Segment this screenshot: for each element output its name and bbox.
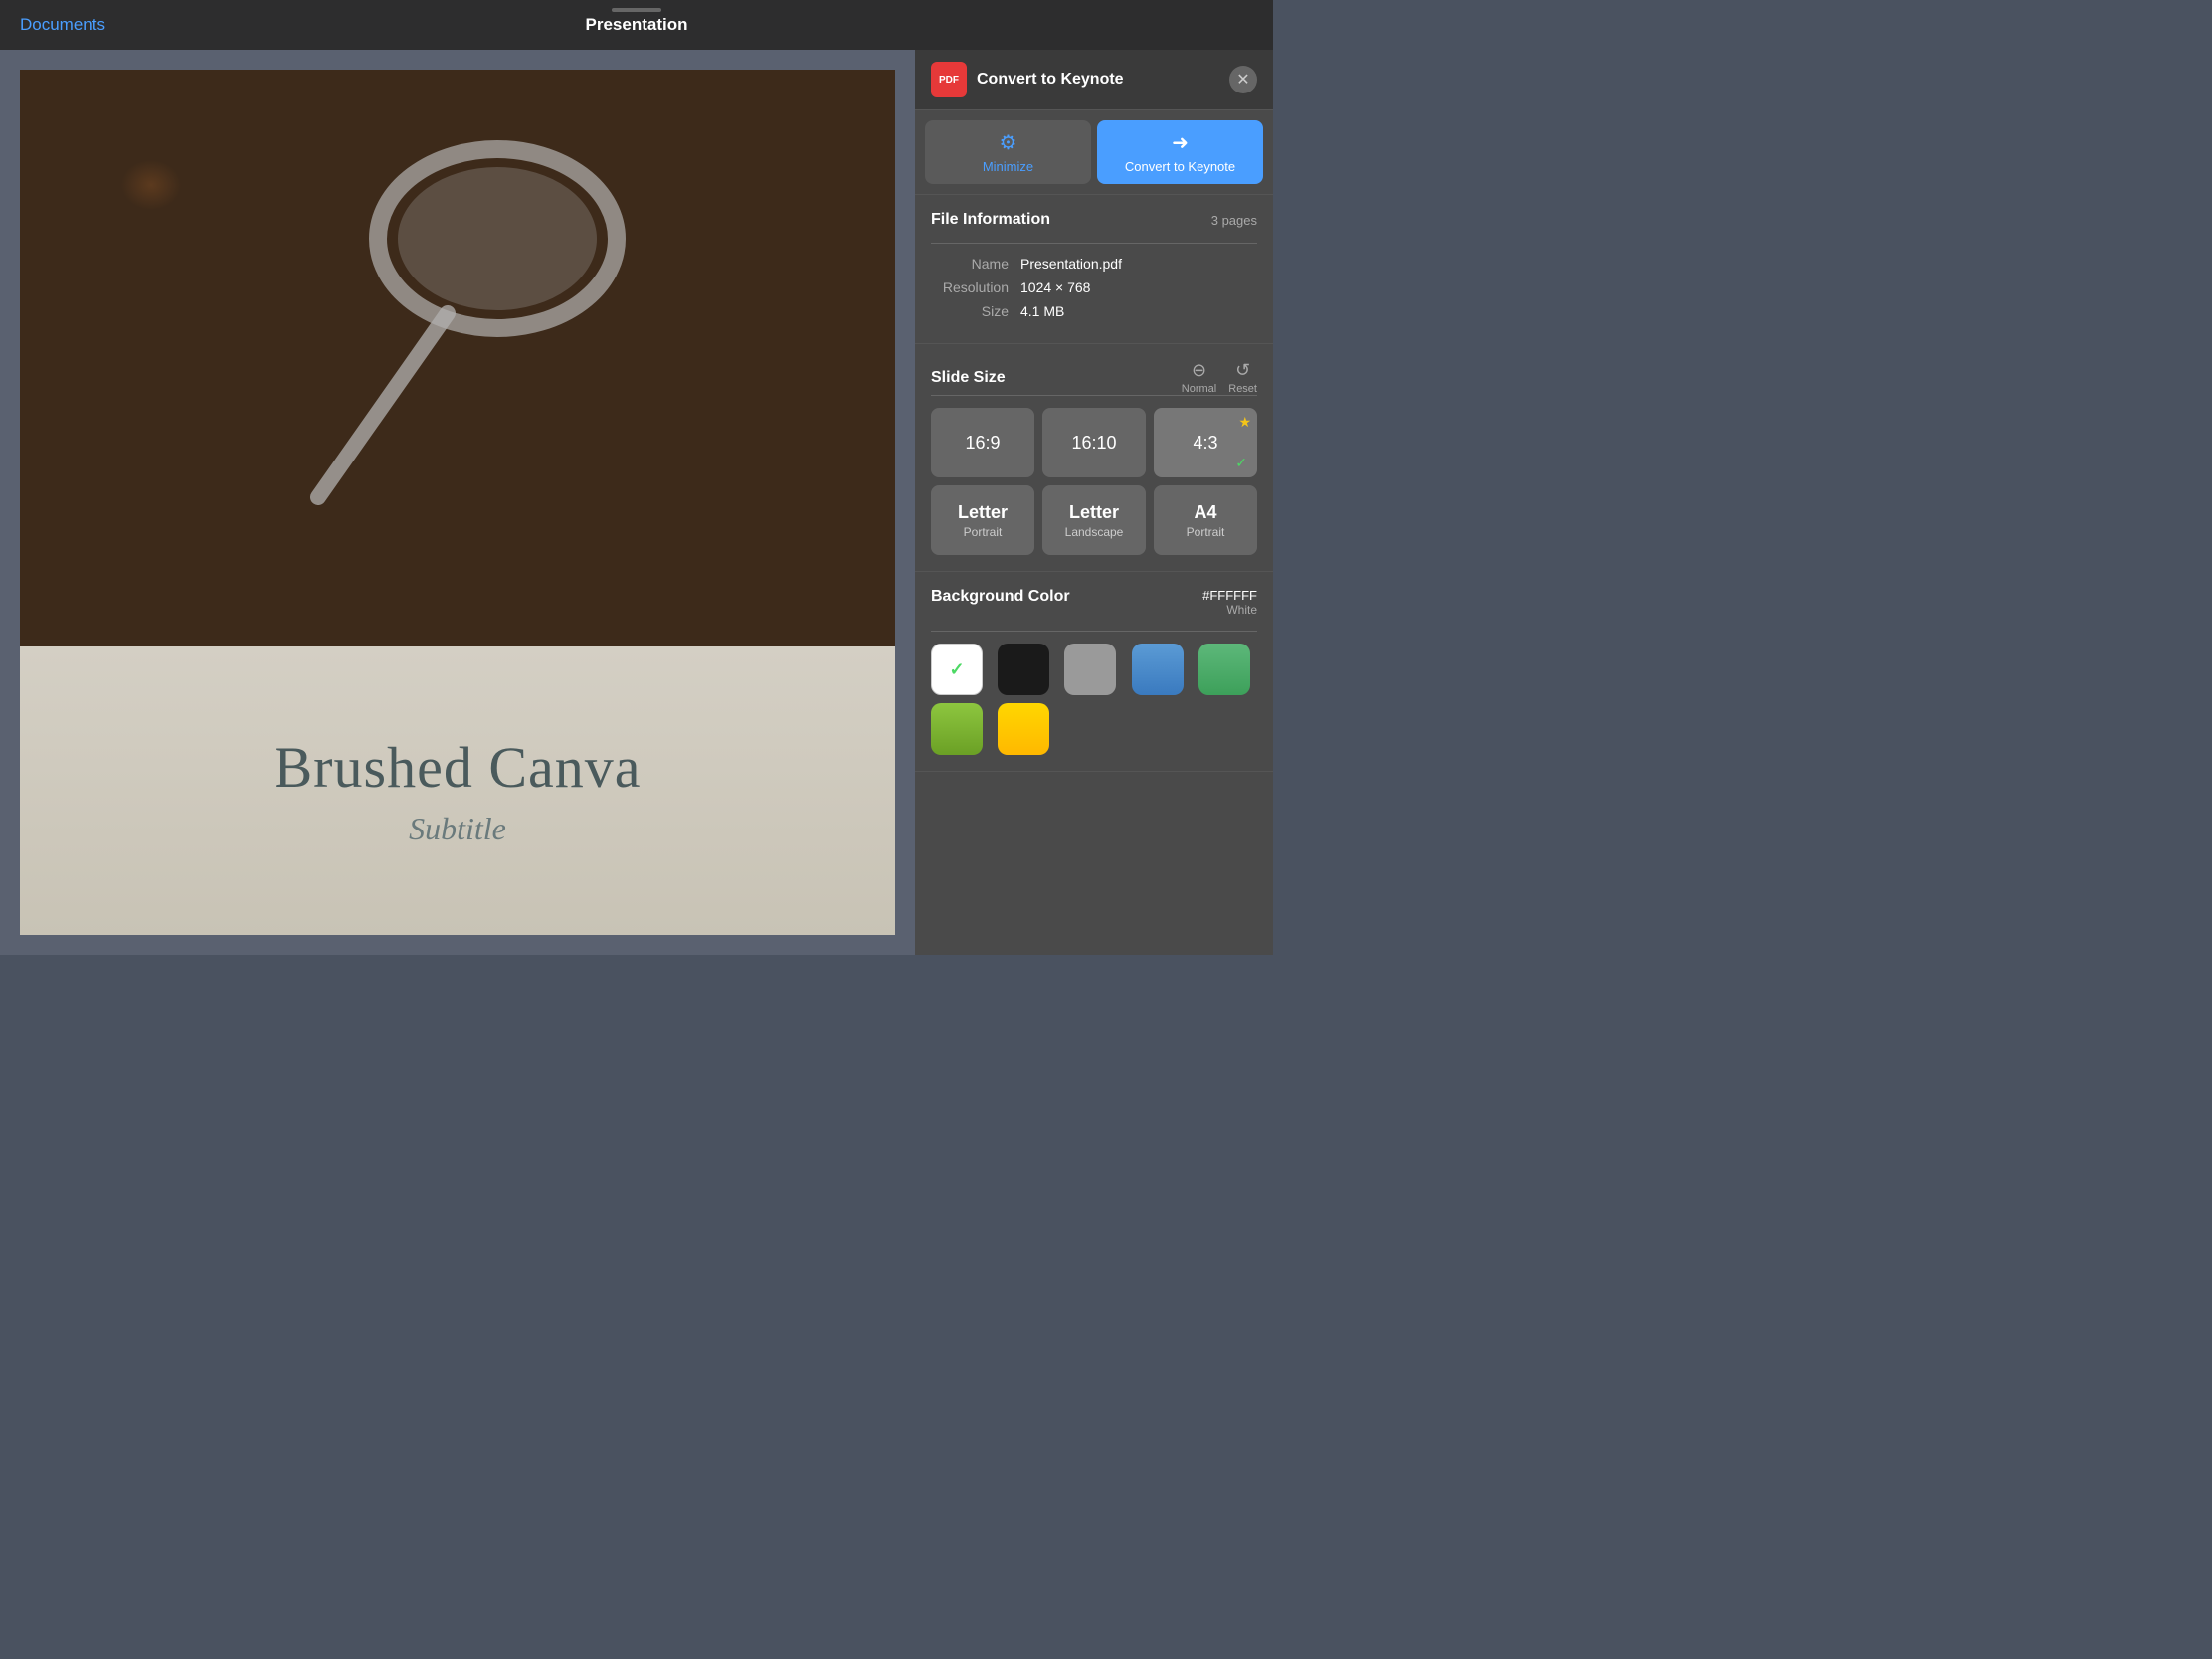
panel-header: PDF Convert to Keynote ✕ <box>915 50 1273 110</box>
bg-hex-value: #FFFFFF <box>1202 588 1257 603</box>
slide-size-title: Slide Size <box>931 369 1006 387</box>
convert-arrow-icon: ➜ <box>1172 130 1189 155</box>
color-swatch-lime[interactable] <box>931 703 983 755</box>
divider <box>931 631 1257 632</box>
size-value: 4.1 MB <box>1020 303 1064 319</box>
pdf-icon: PDF <box>931 62 967 97</box>
file-name-row: Name Presentation.pdf <box>931 256 1257 272</box>
color-swatch-green[interactable] <box>1198 644 1250 695</box>
pages-badge: 3 pages <box>1211 213 1257 228</box>
file-info-title: File Information <box>931 211 1050 229</box>
color-swatch-yellow[interactable] <box>998 703 1049 755</box>
size-4x3[interactable]: ★ 4:3 ✓ <box>1154 408 1257 477</box>
name-value: Presentation.pdf <box>1020 256 1122 272</box>
drag-handle[interactable] <box>612 8 661 12</box>
color-swatch-black[interactable] <box>998 644 1049 695</box>
panel-title: Convert to Keynote <box>977 71 1219 89</box>
spoon-icon <box>199 119 696 517</box>
slide-top-image <box>20 70 895 646</box>
slide-area: Brushed Canva Subtitle <box>0 50 915 955</box>
close-button[interactable]: ✕ <box>1229 66 1257 93</box>
bg-color-name: White <box>1202 603 1257 617</box>
normal-button[interactable]: ⊖ Normal <box>1182 360 1216 395</box>
divider <box>931 243 1257 244</box>
documents-link[interactable]: Documents <box>20 15 105 35</box>
presentation-title: Presentation <box>586 15 688 35</box>
background-color-section: Background Color #FFFFFF White ✓ <box>915 572 1273 772</box>
star-badge: ★ <box>1238 414 1251 431</box>
slide-container: Brushed Canva Subtitle <box>20 70 895 935</box>
reset-button[interactable]: ↺ Reset <box>1228 360 1257 395</box>
gear-icon: ⚙ <box>1000 130 1017 155</box>
resolution-label: Resolution <box>931 279 1020 295</box>
color-grid: ✓ <box>931 644 1257 755</box>
right-panel: PDF Convert to Keynote ✕ ⚙ Minimize ➜ Co… <box>915 50 1273 955</box>
size-16x9[interactable]: 16:9 <box>931 408 1034 477</box>
size-letter-portrait[interactable]: Letter Portrait <box>931 485 1034 555</box>
top-bar: Documents Presentation <box>0 0 1273 50</box>
minus-icon: ⊖ <box>1192 360 1206 381</box>
main-area: Brushed Canva Subtitle PDF Convert to Ke… <box>0 50 1273 955</box>
action-buttons-row: ⚙ Minimize ➜ Convert to Keynote <box>915 110 1273 195</box>
color-swatch-white[interactable]: ✓ <box>931 644 983 695</box>
divider <box>931 395 1257 396</box>
size-label: Size <box>931 303 1020 319</box>
color-swatch-gray[interactable] <box>1064 644 1116 695</box>
slide-size-section: Slide Size ⊖ Normal ↺ Reset 16:9 <box>915 344 1273 572</box>
slide-subtitle: Subtitle <box>409 811 506 847</box>
normal-reset-buttons: ⊖ Normal ↺ Reset <box>1182 360 1257 395</box>
bg-color-title: Background Color <box>931 588 1070 606</box>
file-info-section: File Information 3 pages Name Presentati… <box>915 195 1273 344</box>
slide-bottom-text: Brushed Canva Subtitle <box>20 646 895 935</box>
size-a4-portrait[interactable]: A4 Portrait <box>1154 485 1257 555</box>
slide-size-header-row: Slide Size ⊖ Normal ↺ Reset <box>931 360 1257 395</box>
size-letter-landscape[interactable]: Letter Landscape <box>1042 485 1146 555</box>
slide-title: Brushed Canva <box>275 734 642 801</box>
reset-icon: ↺ <box>1235 360 1250 381</box>
file-size-row: Size 4.1 MB <box>931 303 1257 319</box>
size-16x10[interactable]: 16:10 <box>1042 408 1146 477</box>
color-swatch-blue[interactable] <box>1132 644 1184 695</box>
file-resolution-row: Resolution 1024 × 768 <box>931 279 1257 295</box>
resolution-value: 1024 × 768 <box>1020 279 1090 295</box>
minimize-button[interactable]: ⚙ Minimize <box>925 120 1091 184</box>
check-icon: ✓ <box>949 659 964 680</box>
file-info-header: File Information 3 pages <box>931 211 1257 229</box>
check-badge: ✓ <box>1235 455 1247 471</box>
name-label: Name <box>931 256 1020 272</box>
convert-button[interactable]: ➜ Convert to Keynote <box>1097 120 1263 184</box>
bg-color-header: Background Color #FFFFFF White <box>931 588 1257 617</box>
bg-color-value: #FFFFFF White <box>1202 588 1257 617</box>
slide-size-grid: 16:9 16:10 ★ 4:3 ✓ Letter Portrait <box>931 408 1257 555</box>
coffee-background <box>20 70 895 646</box>
